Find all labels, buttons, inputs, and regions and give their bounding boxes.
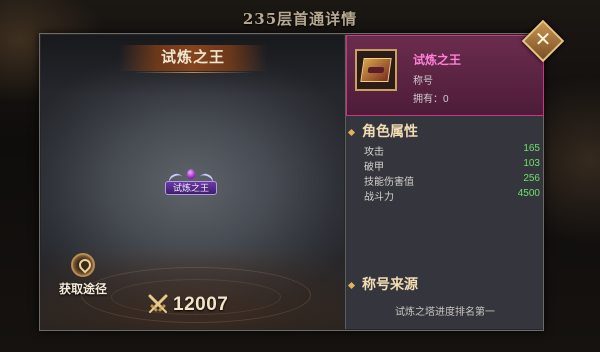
title-preview-area: 试炼之王 试炼之王 获取途径 12007	[41, 35, 344, 329]
get-source-label: 获取途径	[58, 282, 107, 296]
combat-power: 12007	[147, 291, 277, 319]
diamond-bullet-icon	[347, 281, 356, 289]
item-type: 称号	[413, 76, 433, 87]
attribute-name: 破甲	[364, 162, 384, 173]
attribute-row: 攻击 165	[364, 143, 540, 158]
preview-title: 试炼之王	[119, 45, 267, 71]
origin-description: 试炼之塔进度排名第一	[395, 307, 495, 318]
combat-power-value: 12007	[173, 294, 229, 315]
title-badge: 试炼之王	[163, 169, 219, 197]
detail-column: 试炼之王 称号 拥有：0 角色属性 攻击 165 破甲 103 技能伤害值 25…	[345, 35, 544, 329]
attributes-heading-text: 角色属性	[362, 123, 418, 139]
origin-heading: 称号来源	[347, 274, 418, 294]
page-title: 235层首通详情	[242, 10, 358, 28]
map-pin-icon	[71, 253, 95, 277]
attributes-heading: 角色属性	[347, 121, 418, 141]
get-source-button[interactable]: 获取途径	[55, 253, 111, 303]
item-name: 试炼之王	[413, 53, 462, 67]
item-owned-count: 拥有：0	[413, 94, 449, 105]
title-item-icon[interactable]	[355, 49, 397, 91]
attribute-value: 4500	[517, 188, 540, 199]
attribute-value: 256	[523, 173, 540, 184]
title-detail-panel: 试炼之王 试炼之王 获取途径 12007 试炼之王 称号 拥有：0 角色属性 攻…	[39, 33, 544, 331]
scroll-icon	[360, 58, 392, 82]
attribute-row: 战斗力 4500	[364, 188, 540, 203]
attribute-row: 技能伤害值 256	[364, 173, 540, 188]
attribute-name: 攻击	[364, 147, 384, 158]
attribute-row: 破甲 103	[364, 158, 540, 173]
diamond-bullet-icon	[347, 128, 356, 136]
banner-divider	[133, 72, 253, 73]
attribute-value: 165	[523, 143, 540, 154]
attribute-value: 103	[523, 158, 540, 169]
item-card: 试炼之王 称号 拥有：0	[346, 35, 544, 116]
badge-gem-icon	[187, 169, 195, 179]
attribute-name: 技能伤害值	[364, 177, 414, 188]
origin-heading-text: 称号来源	[362, 276, 418, 292]
badge-label: 试炼之王	[165, 181, 217, 195]
attribute-name: 战斗力	[364, 192, 394, 203]
close-icon[interactable]: ✕	[531, 28, 555, 52]
crossed-swords-icon	[148, 294, 168, 313]
